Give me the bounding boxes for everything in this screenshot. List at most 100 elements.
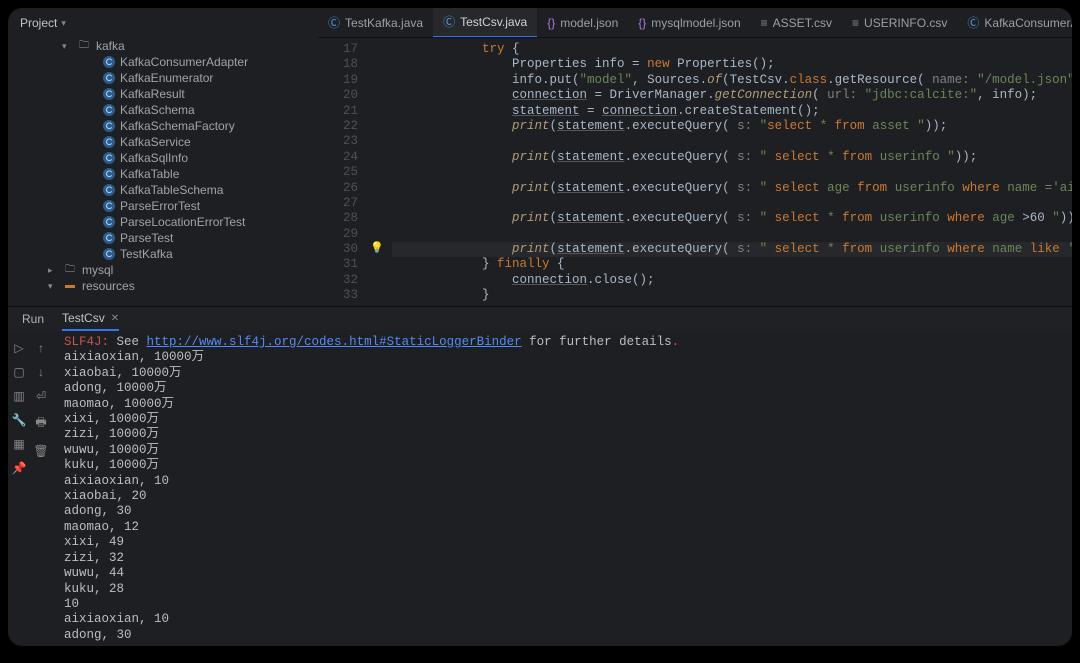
- up-icon[interactable]: ↑: [38, 341, 44, 355]
- class-icon: C: [103, 136, 115, 148]
- code-line[interactable]: }: [392, 288, 1072, 303]
- code-line[interactable]: [392, 134, 1072, 149]
- code-line[interactable]: print(statement.executeQuery( s: " selec…: [392, 181, 1072, 196]
- tree-item[interactable]: CKafkaSqlInfo: [20, 150, 318, 166]
- tree-item-label: KafkaService: [120, 134, 191, 150]
- tree-item-label: kafka: [96, 38, 125, 54]
- csv-icon: ≡: [761, 16, 768, 30]
- code-line[interactable]: [392, 165, 1072, 180]
- class-icon: C: [103, 216, 115, 228]
- code-line[interactable]: [392, 227, 1072, 242]
- folder-icon: 🗀: [77, 39, 91, 53]
- tab-label: model.json: [560, 16, 618, 30]
- project-tree[interactable]: ▾ 🗀 kafkaCKafkaConsumerAdapter C KafkaEnumer…: [8, 38, 318, 306]
- tree-item[interactable]: CKafkaSchema: [20, 102, 318, 118]
- folder-icon: 🗀: [63, 263, 77, 277]
- tree-folder-resources[interactable]: ▾ ▬ resources: [20, 278, 318, 294]
- java-icon: Ⓒ: [967, 14, 979, 31]
- editor-tab[interactable]: {} model.json: [537, 8, 628, 38]
- chevron-icon: ▾: [62, 38, 72, 54]
- code-line[interactable]: info.put("model", Sources.of(TestCsv.cla…: [392, 73, 1072, 88]
- layout-icon[interactable]: ▥: [13, 389, 24, 403]
- tree-item[interactable]: CKafkaTable: [20, 166, 318, 182]
- tree-item-label: TestKafka: [120, 246, 173, 262]
- down-icon[interactable]: ↓: [38, 365, 44, 379]
- class-icon: C: [103, 232, 115, 244]
- pin-icon[interactable]: 📌: [12, 461, 27, 475]
- editor-tab[interactable]: ≡ASSET.csv: [751, 8, 842, 38]
- upper-pane: Project ▾ ▾🗀kafkaCKafkaConsumerAdapterCK…: [8, 8, 1072, 306]
- code-line[interactable]: } finally {: [392, 257, 1072, 272]
- editor-tab[interactable]: {} mysqlmodel.json: [628, 8, 750, 38]
- tab-label: TestKafka.java: [345, 16, 423, 30]
- log-link[interactable]: http://www.slf4j.org/codes.html#StaticLo…: [147, 335, 522, 349]
- json-icon: {}: [638, 16, 646, 30]
- wrap-icon[interactable]: ⏎: [36, 389, 46, 403]
- tree-item[interactable]: CKafkaConsumerAdapter: [20, 54, 318, 70]
- editor-tab[interactable]: ⒸTestCsv.java: [433, 8, 537, 38]
- tree-folder-kafka[interactable]: ▾ 🗀 kafka: [20, 38, 318, 54]
- tree-item[interactable]: CKafkaTableSchema: [20, 182, 318, 198]
- tree-item-label: KafkaResult: [120, 86, 185, 102]
- code-line[interactable]: print(statement.executeQuery( s: " selec…: [392, 211, 1072, 226]
- tab-label: USERINFO.csv: [864, 16, 947, 30]
- tree-item[interactable]: CKafkaSchemaFactory: [20, 118, 318, 134]
- tree-item[interactable]: CParseErrorTest: [20, 198, 318, 214]
- tree-folder-mysql[interactable]: ▸🗀mysql: [20, 262, 318, 278]
- tree-item-label: KafkaEnumerator: [120, 70, 213, 86]
- class-icon: C: [103, 72, 115, 84]
- tree-item[interactable]: C ParseTest: [20, 230, 318, 246]
- code-line[interactable]: statement = connection.createStatement()…: [392, 104, 1072, 119]
- tab-label: TestCsv.java: [460, 15, 527, 29]
- tree-item[interactable]: C KafkaService: [20, 134, 318, 150]
- run-panel: Run TestCsv ✕ ▷ ▢ ▥ 🔧 ▦ 📌 ↑ ↓ ⏎: [8, 306, 1072, 646]
- code-editor[interactable]: 1718192021222324252627282930313233 💡 try…: [318, 38, 1072, 306]
- console-output[interactable]: SLF4J: See http://www.slf4j.org/codes.ht…: [52, 331, 1072, 646]
- class-icon: C: [103, 152, 115, 164]
- tree-item-label: ParseErrorTest: [120, 198, 200, 214]
- json-icon: {}: [547, 16, 555, 30]
- tree-item-label: ParseTest: [120, 230, 173, 246]
- code-line[interactable]: connection.close();: [392, 273, 1072, 288]
- code-line[interactable]: try {: [392, 42, 1072, 57]
- tree-item-label: mysql: [82, 262, 113, 278]
- project-sidebar: Project ▾ ▾🗀kafkaCKafkaConsumerAdapterCK…: [8, 8, 318, 306]
- trash-icon[interactable]: 🗑: [33, 444, 48, 458]
- tree-item[interactable]: CKafkaResult: [20, 86, 318, 102]
- resources-icon: ▬: [63, 279, 77, 293]
- print-icon[interactable]: 🖶: [35, 413, 46, 434]
- tree-item-label: KafkaSchema: [120, 102, 195, 118]
- code-line[interactable]: [392, 196, 1072, 211]
- run-icon[interactable]: ▷: [14, 341, 23, 355]
- code-line[interactable]: print(statement.executeQuery( s: "select…: [392, 119, 1072, 134]
- run-tab-active[interactable]: TestCsv ✕: [62, 307, 119, 331]
- line-gutter: 1718192021222324252627282930313233: [318, 38, 366, 306]
- close-icon[interactable]: ✕: [111, 313, 119, 324]
- source-code[interactable]: try { Properties info = new Properties()…: [388, 38, 1072, 306]
- editor-tab[interactable]: ≡ USERINFO.csv: [842, 8, 957, 38]
- editor-tabs[interactable]: ⒸTestKafka.javaⒸTestCsv.java{}model.json…: [318, 8, 1072, 38]
- editor-tab[interactable]: ⒸTestKafka.java: [318, 8, 433, 38]
- chevron-icon: ▾: [48, 278, 58, 294]
- code-line[interactable]: print(statement.executeQuery( s: " selec…: [392, 150, 1072, 165]
- class-icon: C: [103, 168, 115, 180]
- run-tabs-bar: Run TestCsv ✕: [8, 307, 1072, 331]
- code-line[interactable]: Properties info = new Properties();: [392, 57, 1072, 72]
- code-line[interactable]: print(statement.executeQuery( s: " selec…: [392, 242, 1072, 257]
- code-line[interactable]: connection = DriverManager.getConnection…: [392, 88, 1072, 103]
- settings-icon[interactable]: 🔧: [12, 413, 27, 427]
- tree-item[interactable]: CTestKafka: [20, 246, 318, 262]
- stop-icon[interactable]: ▢: [13, 365, 24, 379]
- tab-label: mysqlmodel.json: [651, 16, 740, 30]
- tree-item[interactable]: C KafkaEnumerator: [20, 70, 318, 86]
- grid-icon[interactable]: ▦: [13, 437, 24, 451]
- tree-item[interactable]: CParseLocationErrorTest: [20, 214, 318, 230]
- tree-item-label: resources: [82, 278, 135, 294]
- run-toolbar: ▷ ▢ ▥ 🔧 ▦ 📌 ↑ ↓ ⏎ 🖶 🗑: [8, 331, 52, 646]
- project-header[interactable]: Project ▾: [8, 8, 318, 38]
- csv-icon: ≡: [852, 16, 859, 30]
- ide-window: Project ▾ ▾🗀kafkaCKafkaConsumerAdapterCK…: [8, 8, 1072, 646]
- editor-tab[interactable]: ⒸKafkaConsumerAdapter.java: [957, 8, 1072, 38]
- run-tab-label: TestCsv: [62, 311, 105, 325]
- bulb-icon[interactable]: 💡: [370, 242, 384, 257]
